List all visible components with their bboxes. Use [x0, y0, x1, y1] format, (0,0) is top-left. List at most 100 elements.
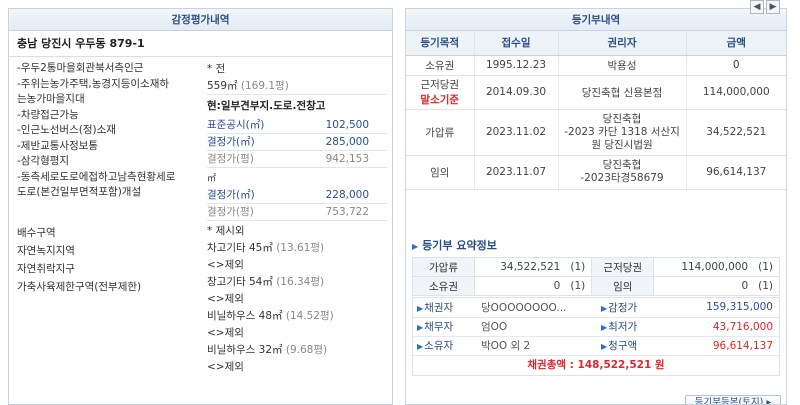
- col-header: 접수일: [474, 31, 559, 56]
- party-label: ▶청구액: [597, 336, 663, 356]
- condition-line: 도로(본건일부면적포함)개설: [17, 186, 142, 198]
- excluded-title: * 제시외: [207, 225, 245, 237]
- party-row: ▶소유자 박OO 외 2 ▶청구액 96,614,137: [413, 336, 779, 356]
- table-row: 근저당권 말소기준 2014.09.30 당진축협 신용본점 114,000,0…: [406, 75, 786, 110]
- triangle-right-icon: ▶: [601, 303, 608, 313]
- decided-py-row: 결정가(평) 942,153: [207, 151, 387, 168]
- excluded-note: <>제외: [207, 293, 244, 305]
- party-value: 당OOOOOOOO...: [479, 298, 597, 318]
- excluded-note: <>제외: [207, 327, 244, 339]
- condition-list: -우두2통마을회관북서측인근 -주위는농가주택,농경지등이소재하 는농가마을지대…: [17, 61, 207, 296]
- cell-date: 2023.11.07: [474, 155, 559, 190]
- land-usage: 현:일부견부지.도로.전창고: [207, 100, 326, 112]
- zoning-line: 자연녹지지역: [17, 244, 75, 257]
- holder-detail: -2023 카단 1318 서산지 원 당진시법원: [564, 125, 680, 151]
- col-header: 금액: [686, 31, 786, 56]
- land-area: 559㎡: [207, 80, 238, 92]
- triangle-right-icon: ▶: [417, 303, 424, 313]
- decided-py-value: 942,153: [325, 153, 369, 165]
- summary-label: 소유권: [412, 276, 475, 296]
- party-label: ▶최저가: [597, 317, 663, 337]
- registry-panel: 등기부내역 등기목적 접수일 권리자 금액 소유권 1995.12.23 박용성…: [405, 8, 787, 405]
- party-value: 엄OO: [479, 317, 597, 337]
- cell-holder: 당진축협 -2023 카단 1318 서산지 원 당진시법원: [558, 109, 687, 156]
- excluded-item-name: 비닐하우스 48㎡: [207, 310, 283, 322]
- excluded-item-name: 차고기타 45㎡: [207, 242, 273, 254]
- excluded-item: 차고기타 45㎡ (13.61평): [207, 240, 387, 257]
- appraisal-address: 충남 당진시 우두동 879-1: [9, 31, 392, 57]
- condition-line: -주위는농가주택,농경지등이소재하: [17, 77, 170, 90]
- decided-m2-label: 결정가(㎡): [207, 136, 255, 148]
- holder-name: 당진축협: [602, 112, 642, 125]
- excluded-note: <>제외: [207, 361, 244, 373]
- triangle-right-icon: ▶: [601, 323, 608, 332]
- cell-purpose: 근저당권 말소기준: [406, 75, 475, 110]
- summary-value: 0 (1): [473, 276, 593, 296]
- party-row: ▶채무자 엄OO ▶최저가 43,716,000: [413, 317, 779, 337]
- purpose-text: 근저당권: [420, 79, 460, 91]
- excluded-item: 비닐하우스 48㎡ (14.52평): [207, 308, 387, 325]
- summary-value: 0 (1): [653, 276, 780, 296]
- holder-detail: -2023타경58679: [580, 172, 664, 184]
- triangle-right-icon: ▶: [417, 342, 424, 351]
- triangle-right-icon: ▶: [601, 342, 608, 351]
- official-price-label: 표준공시(㎡): [207, 119, 265, 131]
- summary-row: 소유권 0 (1) 임의 0 (1): [412, 276, 780, 296]
- chevron-right-icon: ▸: [766, 397, 772, 405]
- summary-label: 근저당권: [591, 257, 655, 277]
- decided2-m2-row: 결정가(㎡) 228,000: [207, 187, 387, 204]
- party-value: 96,614,137: [663, 336, 779, 356]
- party-label: ▶채무자: [413, 317, 479, 337]
- official-price-row: 표준공시(㎡) 102,500: [207, 117, 387, 134]
- chevron-left-icon[interactable]: ◀: [750, 0, 764, 14]
- cell-date: 2023.11.02: [474, 109, 559, 156]
- base-right-badge: 말소기준: [420, 94, 460, 106]
- official-price-value: 102,500: [325, 119, 369, 131]
- party-label: ▶감정가: [597, 298, 663, 318]
- condition-line: -삼각형평지: [17, 155, 70, 167]
- cell-amount: 34,522,521: [686, 109, 786, 156]
- summary-row: 가압류 34,522,521 (1) 근저당권 114,000,000 (1): [412, 257, 780, 277]
- decided-m2-row: 결정가(㎡) 285,000: [207, 134, 387, 151]
- registry-header: 등기부내역: [406, 9, 786, 31]
- col-header: 등기목적: [406, 31, 475, 56]
- condition-line: -동측세로도로에접하고남측현황세로: [17, 170, 176, 183]
- land-category: * 전: [207, 63, 226, 75]
- decided-py-label: 결정가(평): [207, 153, 254, 165]
- condition-line: -인근노선버스(정)소재: [17, 124, 116, 136]
- triangle-right-icon: ▶: [417, 323, 424, 332]
- table-row: 임의 2023.11.07 당진축협 -2023타경58679 96,614,1…: [406, 155, 786, 190]
- col-header: 권리자: [558, 31, 687, 56]
- party-label: ▶채권자: [413, 298, 479, 318]
- cell-amount: 114,000,000: [686, 75, 786, 110]
- decided2-py-row: 결정가(평) 753,722: [207, 204, 387, 221]
- excluded-item-pyeong: (14.52평): [285, 310, 334, 322]
- triangle-right-icon: ▶: [412, 242, 419, 251]
- decided2-py-value: 753,722: [325, 206, 369, 218]
- zoning-line: 자연취락지구: [17, 262, 75, 275]
- table-row: 소유권 1995.12.23 박용성 0: [406, 55, 786, 76]
- excluded-item: 창고기타 54㎡ (16.34평): [207, 274, 387, 291]
- decided2-m2-value: 228,000: [325, 189, 369, 201]
- cell-purpose: 가압류: [406, 109, 475, 156]
- appraisal-header: 감정평가내역: [9, 9, 392, 31]
- excluded-note: <>제외: [207, 259, 244, 271]
- cell-date: 1995.12.23: [474, 55, 559, 76]
- zoning-line: 배수구역: [17, 226, 56, 239]
- decided2-m2-label: 결정가(㎡): [207, 189, 255, 201]
- party-value: 159,315,000: [663, 298, 779, 318]
- decided-m2-value: 285,000: [325, 136, 369, 148]
- cell-purpose: 소유권: [406, 55, 475, 76]
- summary-value: 34,522,521 (1): [473, 257, 593, 277]
- table-row: 가압류 2023.11.02 당진축협 -2023 카단 1318 서산지 원 …: [406, 109, 786, 156]
- decided2-py-label: 결정가(평): [207, 206, 254, 218]
- excluded-item: 비닐하우스 32㎡ (9.68평): [207, 342, 387, 359]
- cell-holder: 당진축협 -2023타경58679: [558, 155, 687, 190]
- cell-holder: 당진축협 신용본점: [558, 75, 687, 110]
- chevron-right-icon[interactable]: ▶: [766, 0, 780, 14]
- summary-title: ▶ 등기부 요약정보: [412, 239, 497, 252]
- party-value: 43,716,000: [663, 317, 779, 337]
- condition-line: 는농가마을지대: [17, 93, 85, 105]
- registry-copy-button[interactable]: 등기부등본(토지) ▸: [685, 395, 781, 405]
- condition-line: -차량접근가능: [17, 108, 79, 121]
